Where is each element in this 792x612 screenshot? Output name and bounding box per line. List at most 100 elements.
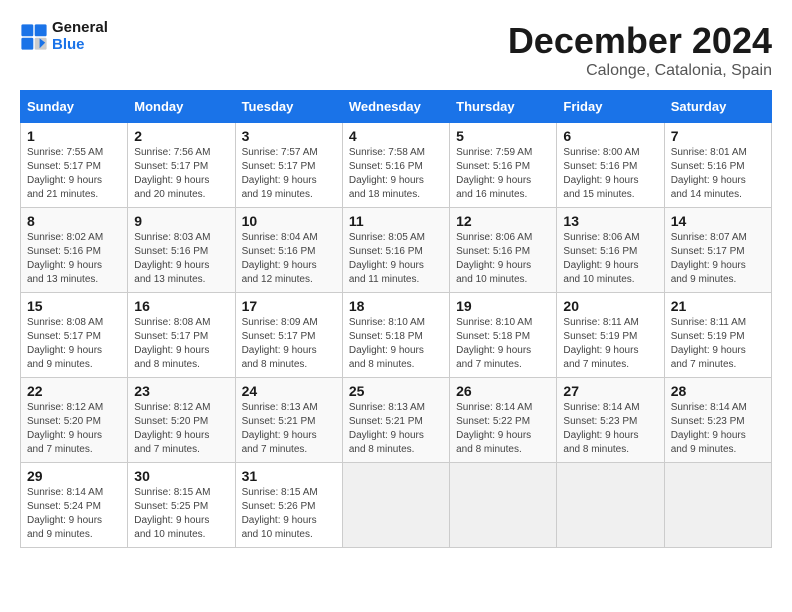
calendar-day: 26 Sunrise: 8:14 AMSunset: 5:22 PMDayligh… — [450, 378, 557, 463]
calendar-day: 9Sunrise: 8:03 AMSunset: 5:16 PMDaylight… — [128, 208, 235, 293]
day-info: Sunrise: 7:59 AMSunset: 5:16 PMDaylight:… — [456, 147, 532, 200]
day-info: Sunrise: 8:11 AMSunset: 5:19 PMDaylight:… — [671, 317, 746, 370]
weekday-header-friday: Friday — [557, 91, 664, 123]
calendar-day: 24Sunrise: 8:13 AMSunset: 5:21 PMDayligh… — [235, 378, 342, 463]
day-info: Sunrise: 8:02 AMSunset: 5:16 PMDaylight:… — [27, 232, 103, 285]
header: General Blue December 2024 Calonge, Cata… — [20, 20, 772, 80]
day-number: 16 — [134, 298, 228, 314]
day-info: Sunrise: 8:10 AMSunset: 5:18 PMDaylight:… — [349, 317, 425, 370]
calendar-week-3: 15 Sunrise: 8:08 AMSunset: 5:17 PMDayligh… — [21, 293, 772, 378]
calendar-day: 7Sunrise: 8:01 AMSunset: 5:16 PMDaylight… — [664, 123, 771, 208]
day-number: 17 — [242, 298, 336, 314]
day-info: Sunrise: 8:14 AMSunset: 5:22 PMDaylight:… — [456, 402, 532, 455]
logo: General Blue — [20, 20, 108, 53]
day-info: Sunrise: 8:00 AMSunset: 5:16 PMDaylight:… — [563, 147, 639, 200]
day-number: 15 — [27, 298, 121, 314]
day-number: 12 — [456, 213, 550, 229]
day-info: Sunrise: 8:10 AMSunset: 5:18 PMDaylight:… — [456, 317, 532, 370]
calendar-day — [664, 463, 771, 548]
day-info: Sunrise: 7:58 AMSunset: 5:16 PMDaylight:… — [349, 147, 425, 200]
day-number: 18 — [349, 298, 443, 314]
day-info: Sunrise: 8:13 AMSunset: 5:21 PMDaylight:… — [349, 402, 425, 455]
calendar-day: 22 Sunrise: 8:12 AMSunset: 5:20 PMDayligh… — [21, 378, 128, 463]
weekday-header-sunday: Sunday — [21, 91, 128, 123]
day-number: 13 — [563, 213, 657, 229]
day-number: 30 — [134, 468, 228, 484]
calendar-day: 31 Sunrise: 8:15 AMSunset: 5:26 PMDayligh… — [235, 463, 342, 548]
calendar-day: 12 Sunrise: 8:06 AMSunset: 5:16 PMDayligh… — [450, 208, 557, 293]
weekday-header-wednesday: Wednesday — [342, 91, 449, 123]
day-number: 22 — [27, 383, 121, 399]
weekday-header-monday: Monday — [128, 91, 235, 123]
day-number: 7 — [671, 128, 765, 144]
calendar-day: 29 Sunrise: 8:14 AMSunset: 5:24 PMDayligh… — [21, 463, 128, 548]
day-info: Sunrise: 8:04 AMSunset: 5:16 PMDaylight:… — [242, 232, 318, 285]
day-info: Sunrise: 8:06 AMSunset: 5:16 PMDaylight:… — [563, 232, 639, 285]
calendar-day — [450, 463, 557, 548]
calendar-day: 20 Sunrise: 8:11 AMSunset: 5:19 PMDayligh… — [557, 293, 664, 378]
day-number: 23 — [134, 383, 228, 399]
day-info: Sunrise: 8:15 AMSunset: 5:26 PMDaylight:… — [242, 487, 318, 540]
calendar-day: 27Sunrise: 8:14 AMSunset: 5:23 PMDayligh… — [557, 378, 664, 463]
day-info: Sunrise: 8:14 AMSunset: 5:23 PMDaylight:… — [563, 402, 639, 455]
day-number: 28 — [671, 383, 765, 399]
weekday-header-tuesday: Tuesday — [235, 91, 342, 123]
calendar-day: 5Sunrise: 7:59 AMSunset: 5:16 PMDaylight… — [450, 123, 557, 208]
calendar-day: 6Sunrise: 8:00 AMSunset: 5:16 PMDaylight… — [557, 123, 664, 208]
day-number: 19 — [456, 298, 550, 314]
title-area: December 2024 Calonge, Catalonia, Spain — [508, 20, 772, 80]
calendar-day: 1 Sunrise: 7:55 AMSunset: 5:17 PMDaylight… — [21, 123, 128, 208]
day-number: 31 — [242, 468, 336, 484]
day-info: Sunrise: 8:12 AMSunset: 5:20 PMDaylight:… — [27, 402, 103, 455]
day-number: 14 — [671, 213, 765, 229]
calendar-week-4: 22 Sunrise: 8:12 AMSunset: 5:20 PMDayligh… — [21, 378, 772, 463]
calendar-day: 10 Sunrise: 8:04 AMSunset: 5:16 PMDayligh… — [235, 208, 342, 293]
day-number: 25 — [349, 383, 443, 399]
day-info: Sunrise: 7:55 AMSunset: 5:17 PMDaylight:… — [27, 147, 103, 200]
calendar-day: 25 Sunrise: 8:13 AMSunset: 5:21 PMDayligh… — [342, 378, 449, 463]
calendar-week-5: 29 Sunrise: 8:14 AMSunset: 5:24 PMDayligh… — [21, 463, 772, 548]
calendar-day: 14Sunrise: 8:07 AMSunset: 5:17 PMDayligh… — [664, 208, 771, 293]
day-number: 21 — [671, 298, 765, 314]
day-info: Sunrise: 8:11 AMSunset: 5:19 PMDaylight:… — [563, 317, 638, 370]
day-info: Sunrise: 8:06 AMSunset: 5:16 PMDaylight:… — [456, 232, 532, 285]
calendar-day: 16Sunrise: 8:08 AMSunset: 5:17 PMDayligh… — [128, 293, 235, 378]
day-info: Sunrise: 7:56 AMSunset: 5:17 PMDaylight:… — [134, 147, 210, 200]
calendar-day: 19 Sunrise: 8:10 AMSunset: 5:18 PMDayligh… — [450, 293, 557, 378]
day-number: 26 — [456, 383, 550, 399]
day-info: Sunrise: 8:15 AMSunset: 5:25 PMDaylight:… — [134, 487, 210, 540]
day-info: Sunrise: 8:14 AMSunset: 5:24 PMDaylight:… — [27, 487, 103, 540]
calendar-day: 17 Sunrise: 8:09 AMSunset: 5:17 PMDayligh… — [235, 293, 342, 378]
day-number: 1 — [27, 128, 121, 144]
calendar-day: 21 Sunrise: 8:11 AMSunset: 5:19 PMDayligh… — [664, 293, 771, 378]
calendar-week-2: 8 Sunrise: 8:02 AMSunset: 5:16 PMDaylight… — [21, 208, 772, 293]
calendar-day: 2 Sunrise: 7:56 AMSunset: 5:17 PMDaylight… — [128, 123, 235, 208]
day-number: 2 — [134, 128, 228, 144]
calendar-day — [342, 463, 449, 548]
calendar-day: 11 Sunrise: 8:05 AMSunset: 5:16 PMDayligh… — [342, 208, 449, 293]
calendar-day: 18 Sunrise: 8:10 AMSunset: 5:18 PMDayligh… — [342, 293, 449, 378]
day-number: 29 — [27, 468, 121, 484]
day-number: 8 — [27, 213, 121, 229]
day-number: 11 — [349, 213, 443, 229]
day-info: Sunrise: 8:09 AMSunset: 5:17 PMDaylight:… — [242, 317, 318, 370]
day-info: Sunrise: 8:05 AMSunset: 5:16 PMDaylight:… — [349, 232, 425, 285]
day-number: 4 — [349, 128, 443, 144]
calendar-day: 4 Sunrise: 7:58 AMSunset: 5:16 PMDaylight… — [342, 123, 449, 208]
day-info: Sunrise: 8:14 AMSunset: 5:23 PMDaylight:… — [671, 402, 747, 455]
calendar-week-1: 1 Sunrise: 7:55 AMSunset: 5:17 PMDaylight… — [21, 123, 772, 208]
month-title: December 2024 — [508, 20, 772, 62]
calendar-day: 3Sunrise: 7:57 AMSunset: 5:17 PMDaylight… — [235, 123, 342, 208]
day-number: 9 — [134, 213, 228, 229]
day-number: 20 — [563, 298, 657, 314]
day-number: 10 — [242, 213, 336, 229]
day-number: 3 — [242, 128, 336, 144]
logo-text: General Blue — [52, 20, 108, 53]
weekday-header-thursday: Thursday — [450, 91, 557, 123]
calendar-day: 28 Sunrise: 8:14 AMSunset: 5:23 PMDayligh… — [664, 378, 771, 463]
calendar-table: SundayMondayTuesdayWednesdayThursdayFrid… — [20, 90, 772, 548]
day-number: 24 — [242, 383, 336, 399]
calendar-day: 30 Sunrise: 8:15 AMSunset: 5:25 PMDayligh… — [128, 463, 235, 548]
day-info: Sunrise: 8:08 AMSunset: 5:17 PMDaylight:… — [27, 317, 103, 370]
calendar-day: 15 Sunrise: 8:08 AMSunset: 5:17 PMDayligh… — [21, 293, 128, 378]
